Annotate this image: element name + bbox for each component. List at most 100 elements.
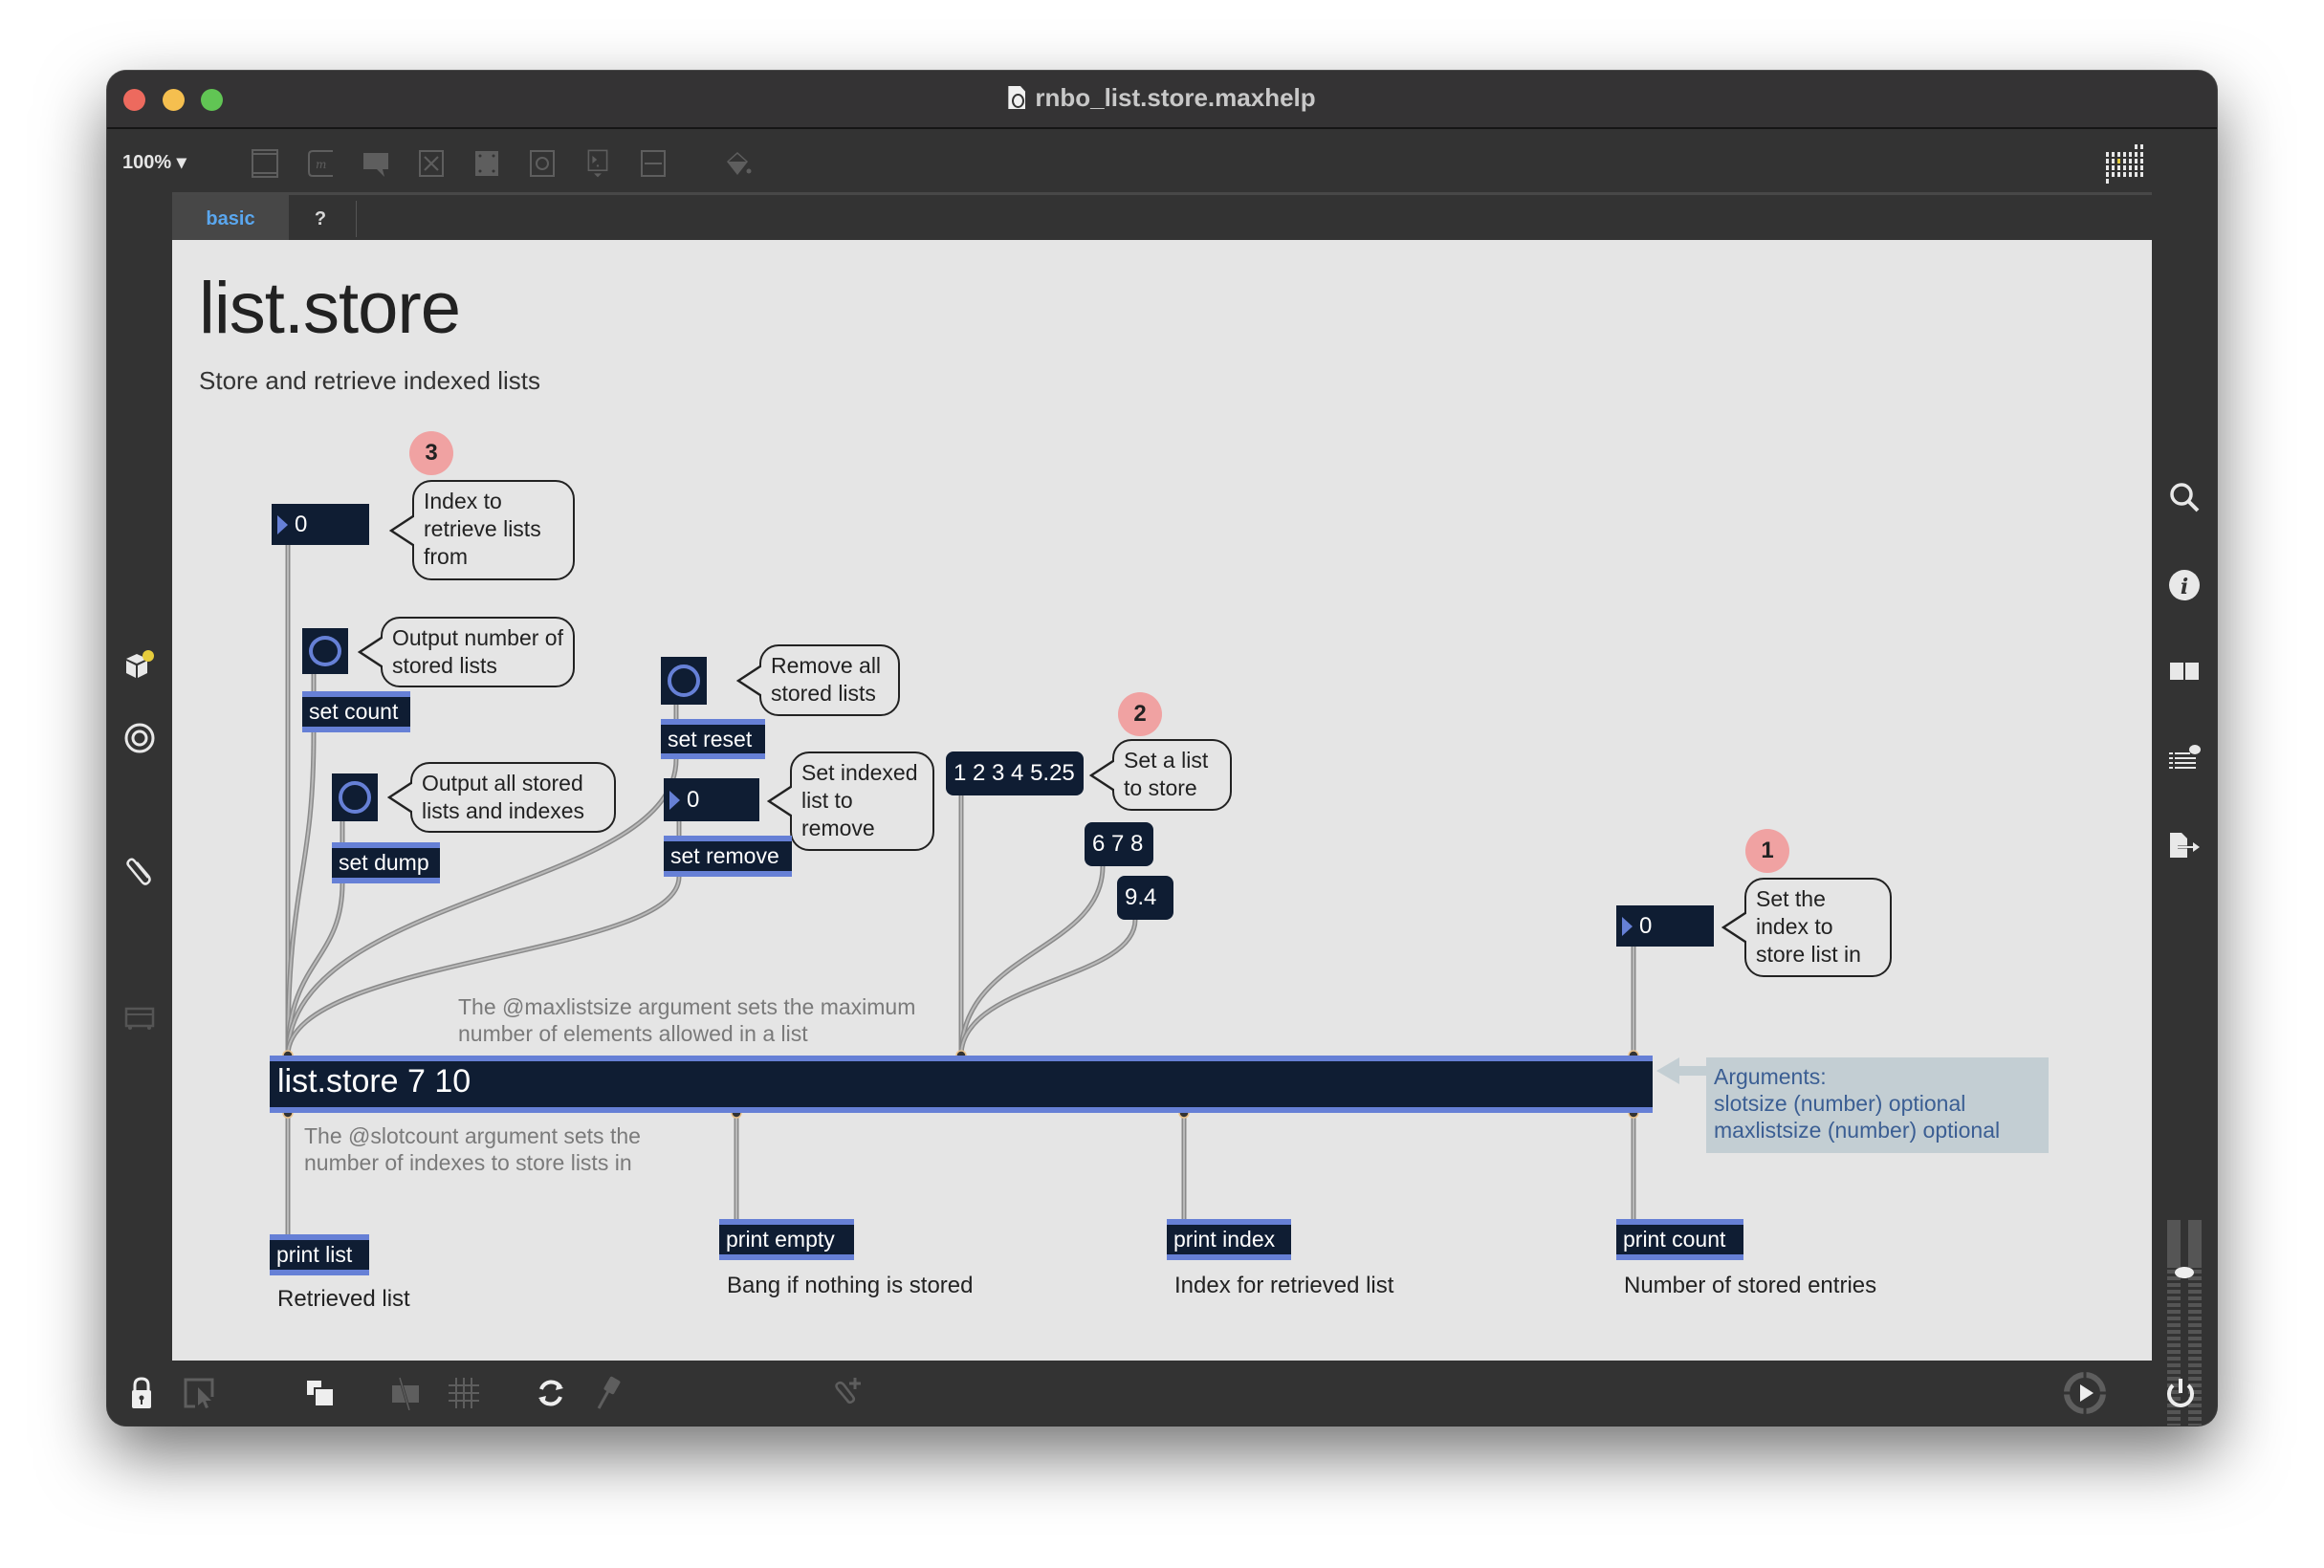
bang-dump-button[interactable] <box>332 773 378 821</box>
message-9.4[interactable]: 9.4 <box>1117 876 1173 920</box>
svg-text:m: m <box>316 158 326 171</box>
new-number-icon[interactable] <box>583 148 612 179</box>
meter-segment <box>2167 1330 2181 1334</box>
new-toggle-icon[interactable] <box>417 148 446 179</box>
new-slider-icon[interactable] <box>639 148 668 179</box>
grid-cell <box>2106 159 2109 163</box>
comment-maxlistsize: The @maxlistsize argument sets the maxim… <box>458 994 916 1046</box>
bubble-text: Output all stored lists and indexes <box>422 771 585 823</box>
grid-cell <box>2123 152 2126 157</box>
bring-to-front-icon[interactable] <box>304 1376 339 1410</box>
target-icon[interactable] <box>123 722 156 754</box>
step-badge-3: 3 <box>409 431 453 475</box>
bubble-pointer <box>358 636 383 668</box>
meter-segment <box>2167 1283 2181 1287</box>
print-count-object[interactable]: print count <box>1616 1219 1743 1260</box>
info-icon[interactable]: i <box>2168 569 2201 601</box>
console-list-icon[interactable] <box>2168 743 2201 775</box>
meter-segment <box>2188 1283 2202 1287</box>
bubble-pointer <box>1089 758 1114 792</box>
meter-segment <box>2188 1343 2202 1347</box>
top-toolbar: 100% ▾ m <box>107 129 2217 192</box>
export-icon[interactable] <box>2168 829 2201 861</box>
meter-segment <box>2167 1323 2181 1327</box>
comment-bubble-dump: Output all stored lists and indexes <box>387 762 616 833</box>
number-arrow-icon <box>669 790 680 810</box>
message-set-count[interactable]: set count <box>302 691 410 732</box>
right-sidebar: i <box>2152 192 2217 1426</box>
retrieve-index-number-box[interactable]: 0 <box>272 504 369 545</box>
debug-hammer-icon[interactable] <box>591 1376 625 1410</box>
store-index-number-box[interactable]: 0 <box>1616 905 1714 947</box>
arguments-arrow-icon <box>1656 1057 1706 1084</box>
bubble-pointer <box>389 513 414 547</box>
search-icon[interactable] <box>2168 481 2201 513</box>
meter-segment <box>2188 1296 2202 1300</box>
new-panel-icon[interactable] <box>472 148 501 179</box>
number-arrow-icon <box>1622 916 1633 936</box>
argument-maxlistsize: maxlistsize (number) optional <box>1714 1118 2001 1143</box>
comment-bubble-list: Set a list to store <box>1089 739 1232 811</box>
grid-icon[interactable] <box>447 1376 481 1410</box>
paperclip-icon[interactable] <box>123 855 156 887</box>
meter-track-left <box>2167 1220 2181 1268</box>
print-index-object[interactable]: print index <box>1167 1219 1291 1260</box>
message-list-1-2-3-4-5.25[interactable]: 1 2 3 4 5.25 <box>946 751 1084 795</box>
store-index-value: 0 <box>1639 913 1653 939</box>
message-set-dump[interactable]: set dump <box>332 842 440 883</box>
message-set-reset[interactable]: set reset <box>661 719 765 759</box>
volume-knob[interactable] <box>2175 1267 2194 1278</box>
window-title-text: rnbo_list.store.maxhelp <box>1035 83 1316 112</box>
paint-bucket-icon[interactable] <box>723 148 752 179</box>
grid-cell <box>2140 152 2143 157</box>
new-bang-icon[interactable] <box>528 148 557 179</box>
bang-count-button[interactable] <box>302 628 348 674</box>
left-sidebar <box>107 192 172 1361</box>
new-comment-icon[interactable] <box>362 148 390 179</box>
zoom-dropdown[interactable]: 100% ▾ <box>122 150 186 174</box>
caption-retrieved-list: Retrieved list <box>277 1286 410 1312</box>
bang-reset-button[interactable] <box>661 657 707 705</box>
meter-segment <box>2167 1343 2181 1347</box>
meter-track-right <box>2188 1220 2202 1268</box>
bang-circle-icon <box>309 636 341 666</box>
grid-cell <box>2112 152 2115 157</box>
bottom-toolbar <box>107 1361 2217 1426</box>
audio-play-icon[interactable] <box>2063 1371 2107 1415</box>
add-attachment-icon[interactable] <box>828 1376 863 1410</box>
grid-cell <box>2135 172 2138 177</box>
grid-cell <box>2140 165 2143 170</box>
lock-icon[interactable] <box>124 1376 159 1410</box>
list-store-object[interactable]: list.store 7 10 <box>270 1056 1653 1113</box>
message-set-remove[interactable]: set remove <box>664 836 792 877</box>
audio-power-icon[interactable] <box>2163 1376 2198 1410</box>
presentation-mode-icon[interactable] <box>182 1376 216 1410</box>
window-title: rnbo_list.store.maxhelp <box>107 83 2217 113</box>
new-object-icon[interactable] <box>251 148 279 179</box>
arguments-heading: Arguments: <box>1714 1064 1827 1089</box>
print-list-object[interactable]: print list <box>270 1234 369 1275</box>
meter-segment <box>2188 1337 2202 1340</box>
grid-cell <box>2135 159 2138 163</box>
patch-cord-msg-678-to-middle-inlet[interactable] <box>958 865 1106 1056</box>
title-bar: rnbo_list.store.maxhelp <box>107 71 2217 129</box>
remove-index-number-box[interactable]: 0 <box>664 778 759 821</box>
patcher-grid-icon[interactable] <box>2106 142 2144 185</box>
hide-on-lock-icon[interactable] <box>388 1376 423 1411</box>
refresh-icon[interactable] <box>534 1376 568 1410</box>
patcher-canvas[interactable]: list.store Store and retrieve indexed li… <box>172 240 2152 1361</box>
reference-book-icon[interactable] <box>2168 655 2201 687</box>
comment-bubble-store: Set the index to store list in <box>1721 878 1892 977</box>
caption-index-for-retrieved: Index for retrieved list <box>1174 1273 1394 1298</box>
package-icon[interactable] <box>123 649 156 682</box>
print-empty-object[interactable]: print empty <box>719 1219 854 1260</box>
new-message-icon[interactable]: m <box>306 148 335 179</box>
meter-segment <box>2167 1303 2181 1307</box>
patcher-window: rnbo_list.store.maxhelp 100% ▾ m basic ?… <box>107 71 2217 1426</box>
tab-help[interactable]: ? <box>289 195 352 243</box>
tab-basic[interactable]: basic <box>172 195 289 243</box>
presentation-icon[interactable] <box>123 1001 156 1034</box>
caption-number-of-entries: Number of stored entries <box>1624 1273 1877 1298</box>
message-6-7-8[interactable]: 6 7 8 <box>1085 822 1153 866</box>
arguments-box: Arguments: slotsize (number) optional ma… <box>1706 1057 2049 1153</box>
